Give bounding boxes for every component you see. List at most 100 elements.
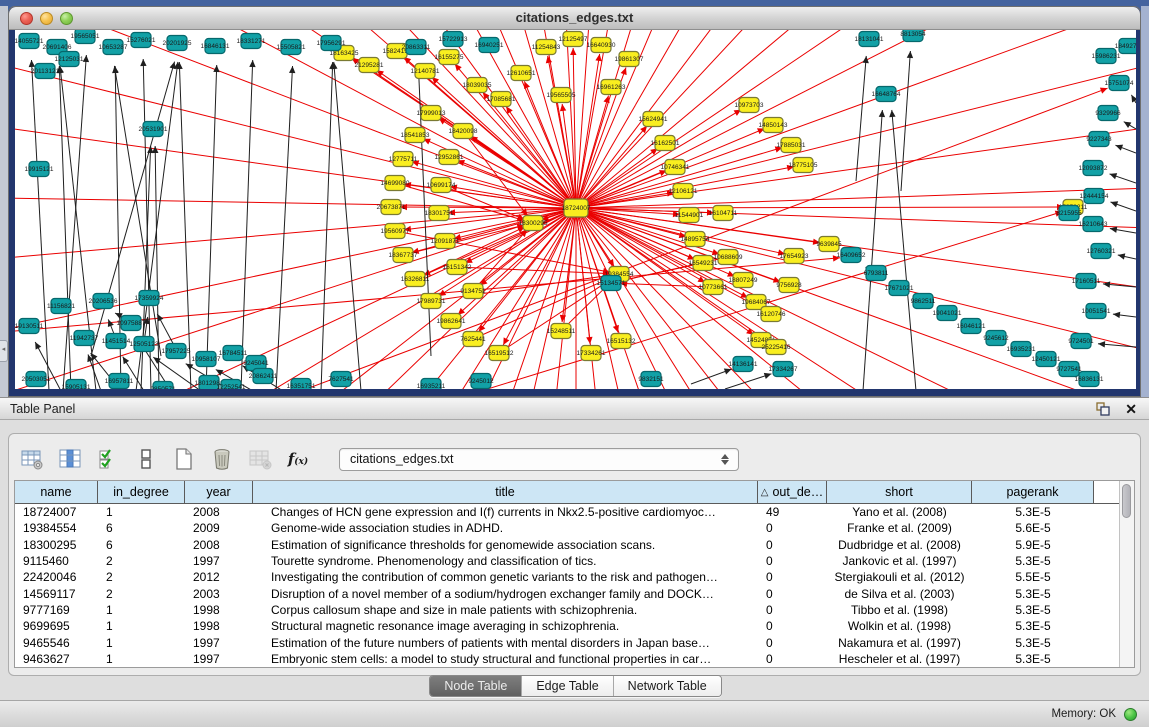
- graph-node-label: 9850571: [150, 386, 176, 389]
- graph-node-label: 15905131: [62, 384, 91, 389]
- cell-short: Stergiakouli et al. (2012): [827, 570, 972, 584]
- graph-node-label: 16640930: [587, 42, 616, 49]
- graph-node-label: 16935211: [417, 383, 446, 389]
- table-settings-button[interactable]: [19, 446, 45, 472]
- table-selector[interactable]: citations_edges.txt: [339, 448, 739, 471]
- graph-node-label: 12760321: [1087, 248, 1116, 255]
- row-height-icon: [138, 448, 154, 470]
- cell-in_degree: 6: [98, 521, 185, 535]
- sort-ascending-icon: △: [761, 487, 769, 498]
- graph-node-label: 20863311: [402, 44, 431, 51]
- graph-node-label: 9832151: [638, 376, 664, 383]
- table-row[interactable]: 946554611997Estimation of the future num…: [15, 634, 1134, 650]
- cell-out_de: 0: [758, 538, 827, 552]
- column-header-in_degree[interactable]: in_degree: [98, 481, 185, 503]
- table-row[interactable]: 946362711997Embryonic stem cells: a mode…: [15, 651, 1134, 667]
- citation-edge-black-arrowhead: [764, 373, 772, 379]
- graph-node-label: 17160511: [1072, 278, 1101, 285]
- delete-table-button[interactable]: [209, 446, 235, 472]
- window-titlebar[interactable]: citations_edges.txt: [9, 7, 1140, 30]
- citation-edge-red-arrowhead: [595, 54, 601, 61]
- graph-node-label: 18807249: [729, 277, 758, 284]
- graph-node-label: 19560977: [381, 228, 410, 235]
- table-row[interactable]: 2242004622012Investigating the contribut…: [15, 569, 1134, 585]
- citation-edge-black-arrowhead: [249, 60, 255, 67]
- table-row[interactable]: 1938455462009Genome-wide association stu…: [15, 520, 1134, 536]
- column-header-short[interactable]: short: [827, 481, 972, 503]
- citation-edge-black-arrowhead: [153, 357, 161, 364]
- cell-pagerank: 5.3E-5: [972, 554, 1094, 568]
- cell-title: Estimation of significance thresholds fo…: [253, 538, 758, 552]
- cell-short: Dudbridge et al. (2008): [827, 538, 972, 552]
- scrollbar-thumb[interactable]: [1122, 484, 1131, 518]
- table-row[interactable]: 1456911722003Disruption of a novel membe…: [15, 585, 1134, 601]
- citation-edge-black: [114, 66, 161, 356]
- tab-node-table[interactable]: Node Table: [430, 676, 522, 696]
- column-header-year[interactable]: year: [185, 481, 253, 503]
- citation-edge-black-arrowhead: [1115, 145, 1123, 151]
- citation-edge-black-arrowhead: [879, 110, 885, 117]
- graph-node-label: 16104711: [709, 210, 738, 217]
- select-rows-button[interactable]: [95, 446, 121, 472]
- citation-edge-black-arrowhead: [83, 55, 89, 62]
- citation-edge-red-arrowhead: [560, 104, 566, 111]
- column-visibility-button[interactable]: [57, 446, 83, 472]
- graph-node-label: 16940251: [475, 42, 504, 49]
- citation-edge-red: [481, 212, 1062, 389]
- citation-edge-red-arrowhead: [603, 96, 609, 104]
- citation-edge-red-arrowhead: [613, 325, 619, 333]
- graph-node-label: 20201925: [163, 40, 192, 47]
- table-row[interactable]: 969969511998Structural magnetic resonanc…: [15, 618, 1134, 634]
- cell-title: Disruption of a novel member of a sodium…: [253, 587, 758, 601]
- graph-node-label: 9727541: [1056, 366, 1082, 373]
- cell-name: 19384554: [15, 521, 98, 535]
- function-builder-button[interactable]: f(x): [285, 446, 311, 472]
- graph-node-label: 16162501: [651, 140, 680, 147]
- graph-node-label: 17654923: [780, 253, 809, 260]
- float-panel-icon[interactable]: [1095, 401, 1111, 417]
- graph-node-label: 20531901: [139, 126, 168, 133]
- citation-edge-black-arrowhead: [889, 110, 895, 117]
- graph-node-label: 9245612: [983, 335, 1009, 342]
- new-table-button[interactable]: [171, 446, 197, 472]
- cell-pagerank: 5.3E-5: [972, 636, 1094, 650]
- citation-edge-red-arrowhead: [560, 315, 566, 322]
- network-canvas[interactable]: 1816342521295281158241941214078116155275…: [15, 29, 1136, 389]
- graph-node-label: 11254843: [532, 44, 561, 51]
- column-header-name[interactable]: name: [15, 481, 98, 503]
- table-group: f(x) citations_edges.txt namein_degreeye…: [8, 433, 1141, 676]
- table-body: 1872400712008Changes of HCN gene express…: [15, 504, 1134, 667]
- graph-node-label: 17334261: [577, 350, 606, 357]
- citation-edge-black-arrowhead: [170, 62, 176, 70]
- citation-edge-red-arrowhead: [586, 337, 592, 344]
- panel-collapse-handle[interactable]: ◂: [0, 340, 8, 362]
- cell-out_de: 0: [758, 587, 827, 601]
- table-row[interactable]: 911546021997Tourette syndrome. Phenomeno…: [15, 553, 1134, 569]
- column-header-out_de[interactable]: △out_de…: [758, 481, 827, 503]
- column-header-pagerank[interactable]: pagerank: [972, 481, 1094, 503]
- tab-network-table[interactable]: Network Table: [614, 676, 721, 696]
- row-height-button[interactable]: [133, 446, 159, 472]
- tab-edge-table[interactable]: Edge Table: [522, 676, 613, 696]
- network-window: 1816342521295281158241941214078116155275…: [8, 6, 1141, 397]
- citation-edge-black-arrowhead: [724, 369, 732, 375]
- vertical-scrollbar[interactable]: [1119, 481, 1134, 667]
- table-header-row: namein_degreeyeartitle△out_de…shortpager…: [15, 481, 1134, 504]
- import-table-button-disabled: [247, 446, 273, 472]
- graph-node-label: 25225416: [762, 344, 791, 351]
- graph-node-label: 18331271: [237, 38, 266, 45]
- graph-node-label: 9245041: [243, 360, 269, 367]
- cell-year: 1997: [185, 652, 253, 666]
- graph-node-label: 12444154: [1080, 193, 1109, 200]
- desktop-right-strip: [1141, 6, 1149, 397]
- memory-ok-indicator: [1124, 708, 1137, 721]
- column-header-title[interactable]: title: [253, 481, 758, 503]
- cell-year: 2009: [185, 521, 253, 535]
- graph-node-label: 17885031: [777, 142, 806, 149]
- table-row[interactable]: 1830029562008Estimation of significance …: [15, 537, 1134, 553]
- citation-edge-red: [463, 131, 528, 216]
- cell-name: 14569117: [15, 587, 98, 601]
- table-row[interactable]: 977716911998Corpus callosum shape and si…: [15, 602, 1134, 618]
- close-panel-icon[interactable]: ✕: [1125, 401, 1137, 417]
- table-row[interactable]: 1872400712008Changes of HCN gene express…: [15, 504, 1134, 520]
